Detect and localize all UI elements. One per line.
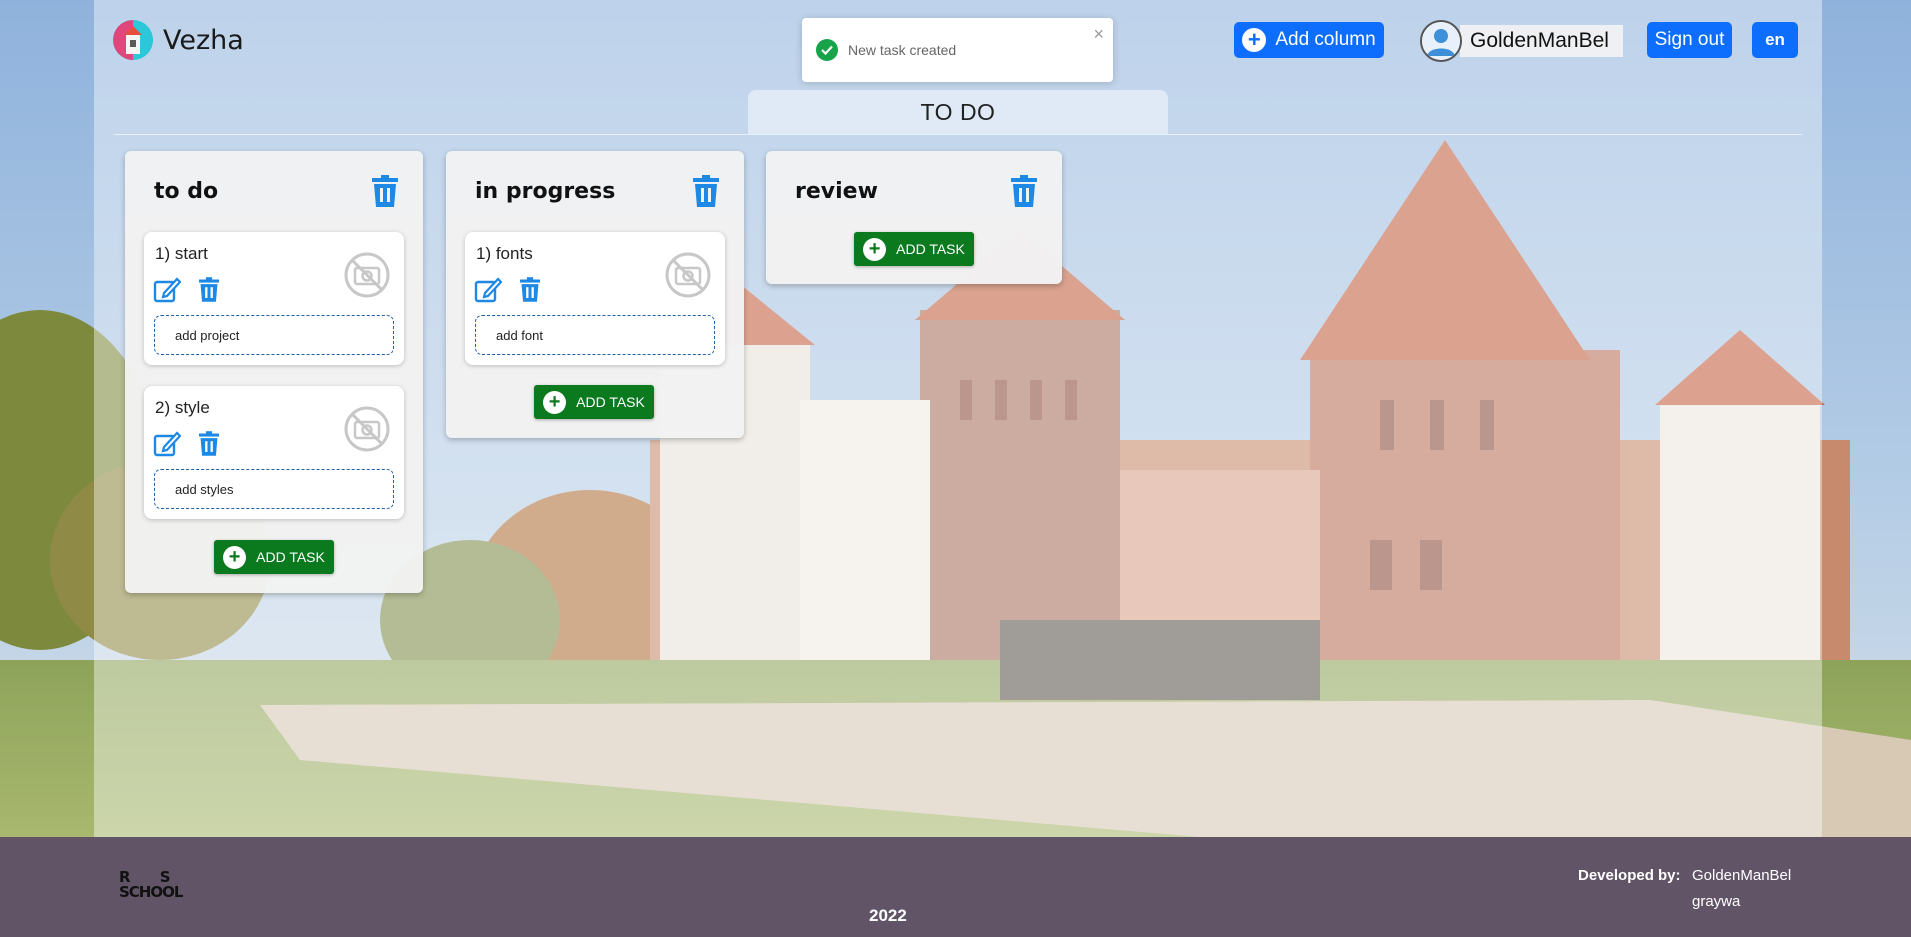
header-divider xyxy=(114,134,1802,135)
add-task-label: ADD TASK xyxy=(576,394,645,410)
add-column-button[interactable]: + Add column xyxy=(1234,22,1384,58)
no-image-icon[interactable] xyxy=(344,252,390,303)
task-card[interactable]: 1) start add project xyxy=(144,232,404,365)
app-logo[interactable]: Vezha xyxy=(113,20,244,60)
column-review[interactable]: review + ADD TASK xyxy=(766,151,1062,284)
rs-logo-bottom: SCHOOL xyxy=(119,883,183,901)
no-image-icon[interactable] xyxy=(344,406,390,457)
app-name: Vezha xyxy=(163,24,244,56)
trash-icon[interactable] xyxy=(693,175,719,212)
developer-link[interactable]: GoldenManBel xyxy=(1692,867,1791,884)
trash-icon[interactable] xyxy=(1011,175,1037,212)
trash-icon[interactable] xyxy=(372,175,398,212)
developer-link[interactable]: graywa xyxy=(1692,893,1740,910)
footer xyxy=(0,837,1911,937)
task-card[interactable]: 1) fonts add font xyxy=(465,232,725,365)
task-title: 2) style xyxy=(155,398,210,417)
plus-circle-icon: + xyxy=(543,390,567,414)
no-image-icon[interactable] xyxy=(665,252,711,303)
user-profile[interactable]: GoldenManBel xyxy=(1420,20,1623,62)
edit-icon[interactable] xyxy=(474,276,503,309)
edit-icon[interactable] xyxy=(153,276,182,309)
task-card[interactable]: 2) style add styles xyxy=(144,386,404,519)
plus-circle-icon: + xyxy=(863,237,887,261)
toast-message: New task created xyxy=(848,42,957,58)
tower-logo-icon xyxy=(113,20,153,60)
username: GoldenManBel xyxy=(1460,25,1623,57)
column-title: in progress xyxy=(475,179,616,204)
check-circle-icon xyxy=(816,39,838,61)
add-task-button[interactable]: + ADD TASK xyxy=(534,385,654,419)
column-to-do[interactable]: to do 1) start add project 2) style add … xyxy=(125,151,423,593)
avatar xyxy=(1420,20,1462,62)
edit-icon[interactable] xyxy=(153,430,182,463)
trash-icon[interactable] xyxy=(199,431,219,461)
plus-circle-icon: + xyxy=(1242,28,1267,52)
add-task-button[interactable]: + ADD TASK xyxy=(854,232,974,266)
rs-school-logo[interactable]: R S SCHOOL xyxy=(119,870,183,900)
trash-icon[interactable] xyxy=(199,277,219,307)
column-title: review xyxy=(795,179,878,204)
developed-by-label: Developed by: xyxy=(1578,867,1681,884)
add-task-button[interactable]: + ADD TASK xyxy=(214,540,334,574)
task-description: add project xyxy=(154,315,394,355)
close-icon[interactable]: × xyxy=(1093,24,1104,45)
notification-toast: New task created × xyxy=(802,18,1113,82)
page-title: TO DO xyxy=(920,99,996,125)
add-column-label: Add column xyxy=(1275,29,1376,50)
add-task-label: ADD TASK xyxy=(896,241,965,257)
footer-year: 2022 xyxy=(869,906,907,925)
task-title: 1) start xyxy=(155,244,208,263)
trash-icon[interactable] xyxy=(520,277,540,307)
language-button[interactable]: en xyxy=(1752,22,1798,58)
plus-circle-icon: + xyxy=(223,545,247,569)
sign-out-button[interactable]: Sign out xyxy=(1647,22,1732,58)
column-in-progress[interactable]: in progress 1) fonts add font + ADD TASK xyxy=(446,151,744,438)
task-description: add font xyxy=(475,315,715,355)
board-title-tab: TO DO xyxy=(748,90,1168,135)
task-description: add styles xyxy=(154,469,394,509)
column-title: to do xyxy=(154,179,219,204)
add-task-label: ADD TASK xyxy=(256,549,325,565)
task-title: 1) fonts xyxy=(476,244,533,263)
